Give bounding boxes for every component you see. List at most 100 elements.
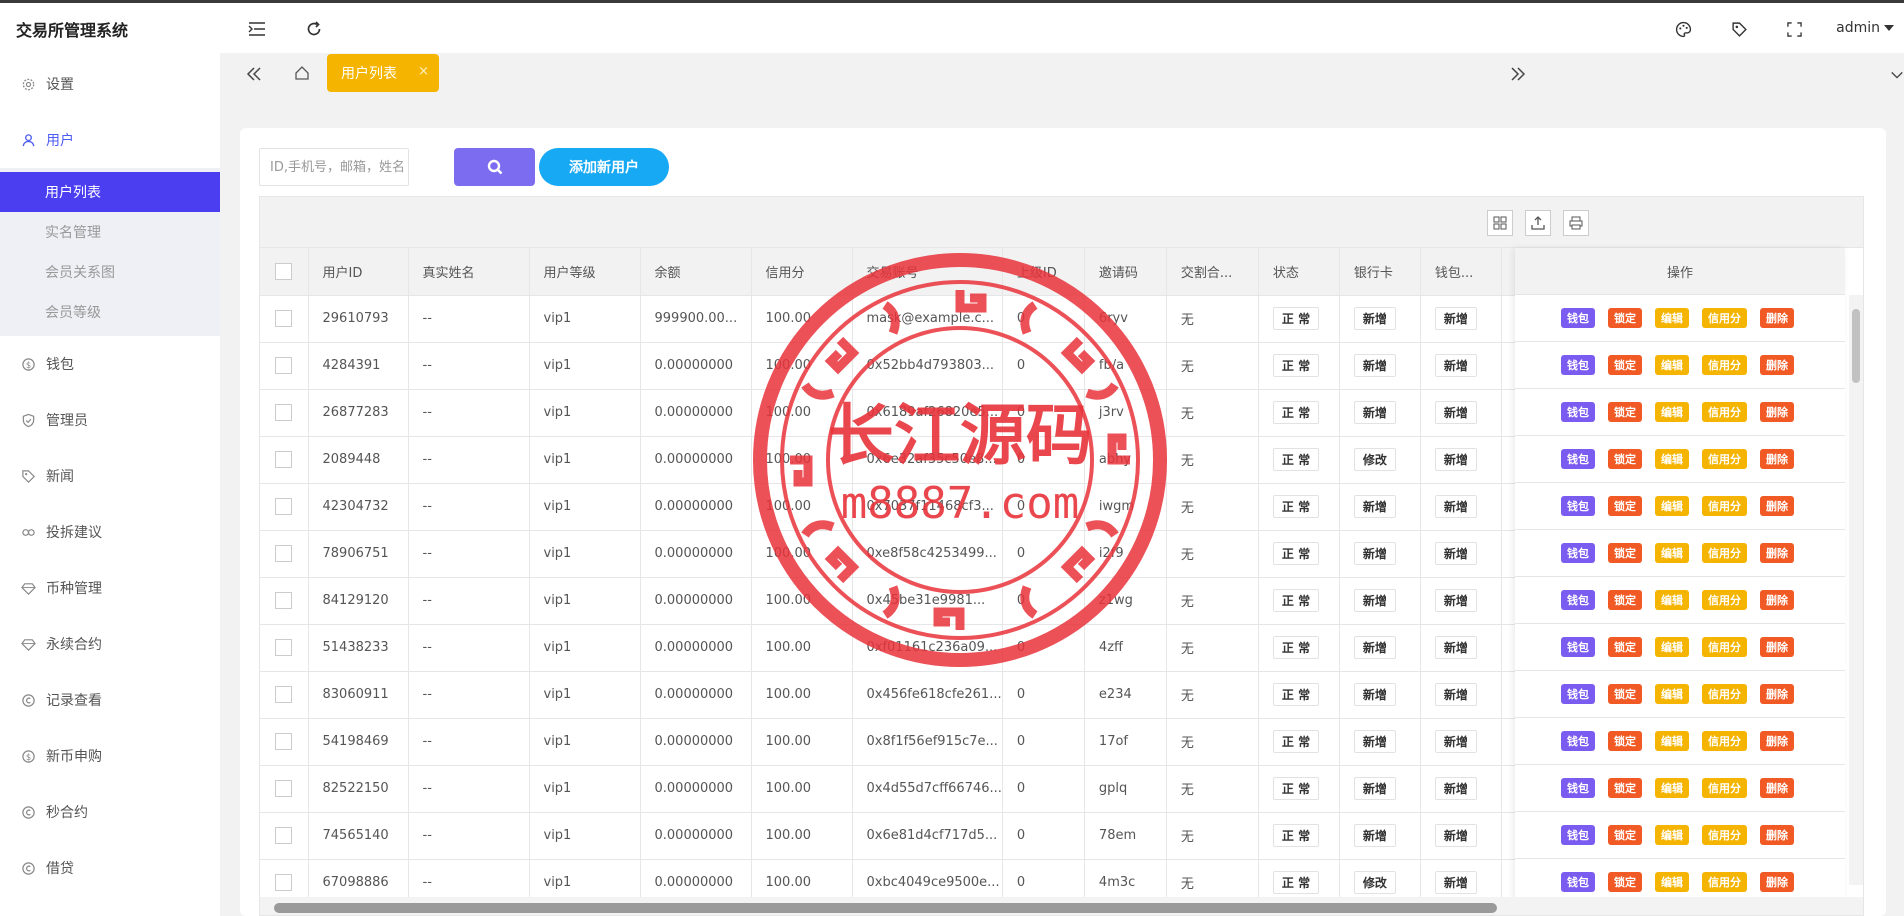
row-checkbox[interactable] [275, 357, 293, 374]
status-tag[interactable]: 新增 [1353, 683, 1396, 706]
submenu-item-user-list[interactable]: 用户列表 [0, 172, 220, 212]
vertical-scrollbar[interactable] [1849, 295, 1863, 885]
tab-scroll-left-icon[interactable] [246, 63, 262, 87]
columns-filter-icon[interactable] [1487, 210, 1513, 236]
status-tag[interactable]: 新增 [1353, 307, 1396, 330]
column-header[interactable]: 状态 [1258, 248, 1340, 296]
search-button[interactable] [454, 148, 535, 186]
status-tag[interactable]: 新增 [1353, 589, 1396, 612]
add-user-button[interactable]: 添加新用户 [539, 148, 669, 186]
wallet-button[interactable]: 钱包 [1561, 778, 1595, 798]
credit-button[interactable]: 信用分 [1702, 449, 1747, 469]
column-header[interactable]: 上级ID [1002, 248, 1085, 296]
credit-button[interactable]: 信用分 [1702, 825, 1747, 845]
lock-button[interactable]: 锁定 [1608, 825, 1642, 845]
tab-user-list[interactable]: 用户列表 × [327, 54, 439, 92]
sidebar-item-second-contract[interactable]: 秒合约 [0, 784, 220, 840]
row-checkbox[interactable] [275, 310, 293, 327]
sidebar-item-wallet[interactable]: $ 钱包 [0, 336, 220, 392]
credit-button[interactable]: 信用分 [1702, 778, 1747, 798]
print-icon[interactable] [1563, 210, 1589, 236]
delete-button[interactable]: 删除 [1760, 543, 1794, 563]
row-checkbox[interactable] [275, 827, 293, 844]
delete-button[interactable]: 删除 [1760, 778, 1794, 798]
refresh-icon[interactable] [303, 18, 325, 40]
sidebar-item-feedback[interactable]: 投拆建议 [0, 504, 220, 560]
edit-button[interactable]: 编辑 [1655, 684, 1689, 704]
delete-button[interactable]: 删除 [1760, 308, 1794, 328]
wallet-button[interactable]: 钱包 [1561, 637, 1595, 657]
status-tag[interactable]: 新增 [1434, 871, 1477, 894]
submenu-item-member-level[interactable]: 会员等级 [0, 292, 220, 332]
status-tag[interactable]: 新增 [1353, 777, 1396, 800]
status-tag[interactable]: 新增 [1434, 824, 1477, 847]
edit-button[interactable]: 编辑 [1655, 543, 1689, 563]
row-checkbox[interactable] [275, 780, 293, 797]
sidebar-item-settings[interactable]: 设置 [0, 56, 220, 112]
status-tag[interactable]: 新增 [1434, 542, 1477, 565]
lock-button[interactable]: 锁定 [1608, 637, 1642, 657]
status-tag[interactable]: 新增 [1353, 495, 1396, 518]
lock-button[interactable]: 锁定 [1608, 731, 1642, 751]
column-header[interactable]: 用户ID [308, 248, 409, 296]
tab-scroll-right-icon[interactable] [1510, 63, 1526, 87]
lock-button[interactable]: 锁定 [1608, 308, 1642, 328]
row-checkbox[interactable] [275, 874, 293, 891]
palette-icon[interactable] [1672, 18, 1694, 40]
sidebar-item-records[interactable]: 记录查看 [0, 672, 220, 728]
wallet-button[interactable]: 钱包 [1561, 449, 1595, 469]
wallet-button[interactable]: 钱包 [1561, 684, 1595, 704]
wallet-button[interactable]: 钱包 [1561, 496, 1595, 516]
sidebar-item-ido[interactable]: $ 新币申购 [0, 728, 220, 784]
edit-button[interactable]: 编辑 [1655, 355, 1689, 375]
status-tag[interactable]: 新增 [1353, 354, 1396, 377]
sidebar-item-admin[interactable]: 管理员 [0, 392, 220, 448]
edit-button[interactable]: 编辑 [1655, 872, 1689, 892]
column-header[interactable]: 邀请码 [1084, 248, 1167, 296]
delete-button[interactable]: 删除 [1760, 637, 1794, 657]
delete-button[interactable]: 删除 [1760, 496, 1794, 516]
credit-button[interactable]: 信用分 [1702, 637, 1747, 657]
horizontal-scroll-thumb[interactable] [274, 903, 1497, 913]
credit-button[interactable]: 信用分 [1702, 496, 1747, 516]
wallet-button[interactable]: 钱包 [1561, 872, 1595, 892]
lock-button[interactable]: 锁定 [1608, 778, 1642, 798]
column-header[interactable]: 信用分 [751, 248, 853, 296]
status-tag[interactable]: 修改 [1353, 448, 1396, 471]
submenu-item-relation-graph[interactable]: 会员关系图 [0, 252, 220, 292]
row-checkbox[interactable] [275, 639, 293, 656]
lock-button[interactable]: 锁定 [1608, 496, 1642, 516]
sidebar-item-users[interactable]: 用户 [0, 112, 220, 168]
delete-button[interactable]: 删除 [1760, 402, 1794, 422]
sidebar-item-news[interactable]: 新闻 [0, 448, 220, 504]
select-all-checkbox[interactable] [275, 262, 293, 280]
delete-button[interactable]: 删除 [1760, 825, 1794, 845]
delete-button[interactable]: 删除 [1760, 872, 1794, 892]
tag-icon[interactable] [1728, 18, 1750, 40]
tab-dropdown-icon[interactable] [1890, 63, 1904, 87]
column-header[interactable]: 真实姓名 [408, 248, 530, 296]
row-checkbox[interactable] [275, 733, 293, 750]
row-checkbox[interactable] [275, 498, 293, 515]
row-checkbox[interactable] [275, 404, 293, 421]
lock-button[interactable]: 锁定 [1608, 684, 1642, 704]
status-tag[interactable]: 新增 [1434, 730, 1477, 753]
sidebar-item-perpetual[interactable]: 永续合约 [0, 616, 220, 672]
status-tag[interactable]: 修改 [1353, 871, 1396, 894]
lock-button[interactable]: 锁定 [1608, 543, 1642, 563]
column-header[interactable]: 交易账号 [852, 248, 1003, 296]
row-checkbox[interactable] [275, 686, 293, 703]
status-tag[interactable]: 新增 [1353, 824, 1396, 847]
wallet-button[interactable]: 钱包 [1561, 308, 1595, 328]
horizontal-scrollbar[interactable] [260, 897, 1863, 915]
edit-button[interactable]: 编辑 [1655, 308, 1689, 328]
status-tag[interactable]: 新增 [1434, 307, 1477, 330]
status-tag[interactable]: 新增 [1353, 401, 1396, 424]
delete-button[interactable]: 删除 [1760, 684, 1794, 704]
fullscreen-icon[interactable] [1783, 18, 1805, 40]
lock-button[interactable]: 锁定 [1608, 355, 1642, 375]
row-checkbox[interactable] [275, 451, 293, 468]
status-tag[interactable]: 新增 [1353, 730, 1396, 753]
credit-button[interactable]: 信用分 [1702, 731, 1747, 751]
menu-fold-icon[interactable] [246, 18, 268, 40]
